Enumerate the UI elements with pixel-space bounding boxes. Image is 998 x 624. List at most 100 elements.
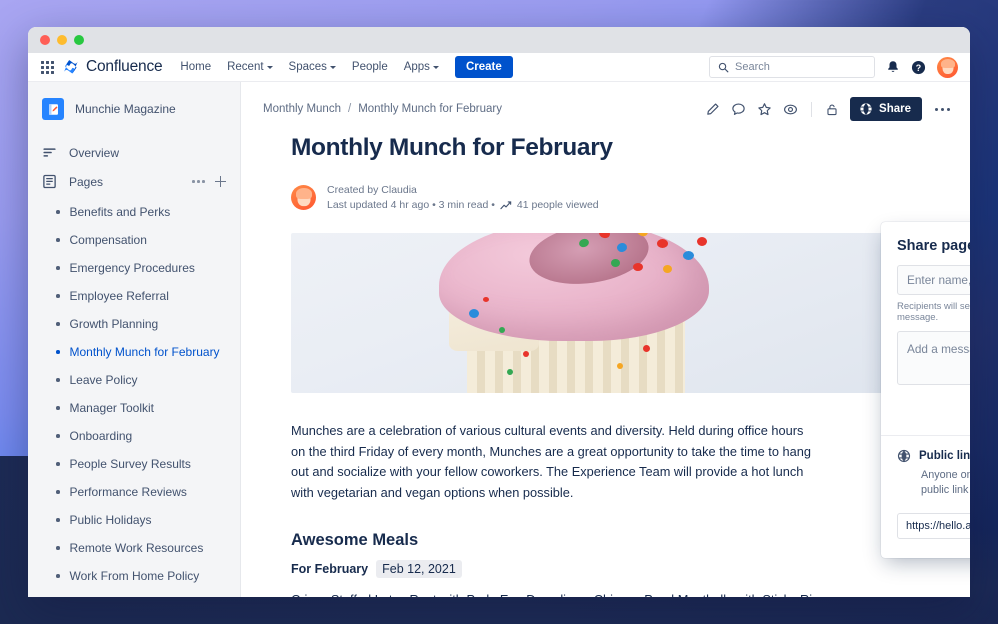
page-meta: Last updated 4 hr ago • 3 min read • 41 … — [327, 199, 599, 211]
create-button[interactable]: Create — [454, 56, 513, 78]
share-recipient-input[interactable]: Enter name, group, team or email — [897, 265, 970, 295]
overview-lines-icon — [43, 148, 56, 157]
chevron-down-icon — [266, 66, 273, 69]
sidebar-page-item[interactable]: Remote Work Resources — [28, 534, 240, 562]
window-titlebar — [28, 27, 970, 53]
restrictions-lock-icon[interactable] — [825, 102, 839, 117]
nav-item-recent-label: Recent — [227, 61, 264, 73]
pages-more-icon[interactable] — [192, 180, 205, 183]
nav-item-spaces[interactable]: Spaces — [289, 61, 336, 73]
bullet-icon — [56, 322, 60, 326]
page-content-area: Monthly Munch / Monthly Munch for Februa… — [241, 82, 970, 597]
sidebar-page-label: Performance Reviews — [69, 485, 187, 499]
brand-text: Confluence — [86, 58, 163, 75]
chevron-down-icon — [329, 66, 336, 69]
analytics-chart-icon — [500, 200, 512, 209]
public-link-url-field[interactable]: https://hello.atlassian.net/67 — [897, 513, 970, 539]
sidebar-page-item[interactable]: People Survey Results — [28, 450, 240, 478]
window-close-button[interactable] — [40, 35, 50, 45]
sidebar-page-item[interactable]: Emergency Procedures — [28, 254, 240, 282]
window-maximize-button[interactable] — [74, 35, 84, 45]
star-icon[interactable] — [757, 102, 772, 117]
confluence-home-link[interactable]: Confluence — [63, 58, 163, 76]
edit-pencil-icon[interactable] — [705, 102, 720, 117]
globe-icon — [897, 449, 911, 463]
space-sidebar: Munchie Magazine Overview Pages Benefits… — [28, 82, 241, 597]
page-title: Monthly Munch for February — [291, 134, 613, 161]
page-body: Monthly Munch for February Created by Cl… — [241, 124, 970, 597]
watch-eye-icon[interactable] — [783, 102, 798, 117]
share-page-dialog: Share page Enter name, group, team or em… — [881, 222, 970, 558]
nav-item-people-label: People — [351, 61, 388, 73]
nav-item-home[interactable]: Home — [180, 61, 211, 73]
meal-date-chip: Feb 12, 2021 — [376, 560, 462, 578]
bullet-icon — [56, 406, 60, 410]
author-avatar[interactable] — [291, 185, 316, 210]
grid-apps-icon[interactable] — [38, 58, 56, 76]
public-link-description-text: Anyone on the internet with the public l… — [921, 469, 970, 496]
sidebar-page-item[interactable]: Manager Toolkit — [28, 394, 240, 422]
bell-icon[interactable] — [886, 60, 900, 74]
nav-item-people[interactable]: People — [352, 61, 388, 73]
space-name: Munchie Magazine — [75, 102, 176, 116]
sidebar-item-overview[interactable]: Overview — [28, 138, 240, 167]
sidebar-page-item[interactable]: Onboarding — [28, 422, 240, 450]
bullet-icon — [56, 518, 60, 522]
sidebar-item-overview-label: Overview — [69, 145, 120, 160]
comment-icon[interactable] — [731, 102, 746, 117]
app-body: Munchie Magazine Overview Pages Benefits… — [28, 82, 970, 597]
share-message-input[interactable]: Add a message — [897, 331, 970, 385]
toolbar-divider — [811, 101, 813, 117]
nav-right-cluster: Search ? — [709, 56, 958, 78]
bullet-icon — [56, 266, 60, 270]
page-views-text: 41 people viewed — [516, 199, 599, 211]
pages-add-icon[interactable] — [215, 176, 226, 187]
share-message-placeholder: Add a message — [907, 342, 970, 356]
public-link-section: Public link Anyone on the internet with … — [881, 436, 970, 558]
sidebar-page-item[interactable]: Growth Planning — [28, 310, 240, 338]
page-meta-text: Last updated 4 hr ago • 3 min read • — [327, 199, 495, 211]
page-byline: Created by Claudia Last updated 4 hr ago… — [291, 184, 930, 211]
space-header[interactable]: Munchie Magazine — [28, 94, 240, 120]
sidebar-page-label: People Survey Results — [69, 457, 191, 471]
sidebar-page-item[interactable]: Compensation — [28, 226, 240, 254]
help-circle-icon[interactable]: ? — [911, 60, 926, 75]
meal-label: For February — [291, 562, 369, 576]
sidebar-page-item[interactable]: Performance Reviews — [28, 478, 240, 506]
created-by-text: Created by Claudia — [327, 184, 417, 196]
sidebar-page-item[interactable]: Benefits and Perks — [28, 198, 240, 226]
nav-item-recent[interactable]: Recent — [227, 61, 273, 73]
search-placeholder: Search — [735, 61, 770, 73]
cupcake-with-sprinkles-photo — [291, 233, 930, 393]
share-button-label: Share — [879, 103, 911, 115]
globe-icon — [860, 103, 872, 115]
sidebar-item-pages[interactable]: Pages — [28, 167, 240, 196]
chevron-down-icon — [432, 66, 439, 69]
global-navigation: Confluence Home Recent Spaces People App… — [28, 53, 970, 82]
window-minimize-button[interactable] — [57, 35, 67, 45]
sidebar-page-item[interactable]: Work From Home Policy — [28, 562, 240, 590]
bullet-icon — [56, 434, 60, 438]
nav-item-apps[interactable]: Apps — [404, 61, 439, 73]
sidebar-page-item-active[interactable]: Monthly Munch for February — [28, 338, 240, 366]
share-dialog-title: Share page — [897, 238, 970, 254]
sidebar-page-label: Employee Referral — [69, 289, 169, 303]
nav-item-spaces-label: Spaces — [288, 61, 327, 73]
bullet-icon — [56, 546, 60, 550]
sidebar-page-item[interactable]: Leave Policy — [28, 366, 240, 394]
breadcrumb-parent[interactable]: Monthly Munch — [263, 103, 341, 115]
meal-list-text: Crispy Stuffed Lotus Root with Pork, Egg… — [291, 590, 831, 597]
share-button[interactable]: Share — [850, 97, 922, 121]
user-avatar[interactable] — [937, 56, 958, 78]
bullet-icon — [56, 210, 60, 214]
sidebar-page-item[interactable]: Public Holidays — [28, 506, 240, 534]
bullet-icon — [56, 574, 60, 578]
nav-item-home-label: Home — [180, 61, 212, 73]
more-dots-icon[interactable] — [933, 106, 952, 113]
breadcrumb-current[interactable]: Monthly Munch for February — [358, 103, 502, 115]
sidebar-page-item[interactable]: Employee Referral — [28, 282, 240, 310]
nav-item-apps-label: Apps — [403, 61, 430, 73]
search-icon — [718, 62, 729, 72]
public-link-title: Public link — [919, 450, 970, 462]
search-input[interactable]: Search — [709, 56, 875, 78]
